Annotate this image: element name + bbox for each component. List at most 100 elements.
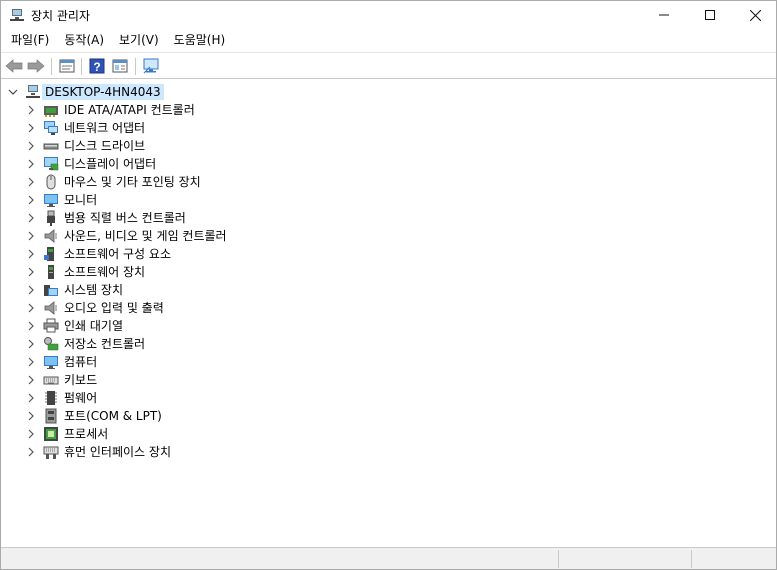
chevron-right-icon[interactable] (26, 429, 36, 439)
chevron-right-icon[interactable] (26, 159, 36, 169)
storage-controller-icon (44, 337, 59, 351)
tree-root[interactable]: DESKTOP-4HN4043 (1, 83, 776, 101)
tree-item-label: 인쇄 대기열 (64, 319, 124, 333)
chevron-right-icon[interactable] (26, 447, 36, 457)
tree-item-system-device[interactable]: 시스템 장치 (1, 281, 776, 299)
disk-drive-icon (43, 143, 59, 150)
forward-button[interactable] (25, 56, 47, 76)
tree-item-software-device[interactable]: 소프트웨어 장치 (1, 263, 776, 281)
network-adapter-icon (44, 121, 58, 135)
minimize-button[interactable] (641, 1, 687, 29)
back-button[interactable] (3, 56, 25, 76)
tree-item-label: 프로세서 (64, 427, 109, 441)
tree-item-label: 시스템 장치 (64, 283, 124, 297)
tree-item-processor[interactable]: 프로세서 (1, 425, 776, 443)
chevron-right-icon[interactable] (26, 285, 36, 295)
tree-item-storage-controller[interactable]: 저장소 컨트롤러 (1, 335, 776, 353)
toolbar: ? (1, 52, 776, 79)
chevron-right-icon[interactable] (26, 303, 36, 313)
keyboard-icon (43, 376, 59, 385)
chevron-right-icon[interactable] (26, 267, 36, 277)
close-icon (749, 9, 761, 21)
toolbar-separator (51, 58, 52, 75)
chevron-right-icon[interactable] (26, 321, 36, 331)
title-bar[interactable]: 장치 관리자 (1, 1, 776, 29)
chevron-right-icon[interactable] (26, 105, 36, 115)
printer-icon (43, 318, 59, 333)
svg-text:?: ? (93, 60, 100, 74)
tree-item-hid[interactable]: 휴먼 인터페이스 장치 (1, 443, 776, 461)
tree-item-label: 사운드, 비디오 및 게임 컨트롤러 (64, 229, 227, 243)
chevron-down-icon[interactable] (8, 87, 18, 97)
tree-item-usb-controller[interactable]: 범용 직렬 버스 컨트롤러 (1, 209, 776, 227)
status-separator (558, 550, 559, 568)
tree-item-sound-video-game[interactable]: 사운드, 비디오 및 게임 컨트롤러 (1, 227, 776, 245)
tree-item-label: 휴먼 인터페이스 장치 (64, 445, 171, 459)
tree-item-label: IDE ATA/ATAPI 컨트롤러 (64, 103, 195, 117)
ide-controller-icon (44, 106, 58, 117)
tree-item-monitor[interactable]: 모니터 (1, 191, 776, 209)
tree-item-label: 디스크 드라이브 (64, 139, 146, 153)
tree-item-label: 소프트웨어 장치 (64, 265, 146, 279)
chevron-right-icon[interactable] (26, 357, 36, 367)
menu-view[interactable]: 보기(V) (113, 30, 165, 50)
tree-item-firmware[interactable]: 펌웨어 (1, 389, 776, 407)
help-icon: ? (89, 58, 105, 74)
tree-item-network-adapter[interactable]: 네트워크 어댑터 (1, 119, 776, 137)
tree-item-label: 컴퓨터 (64, 355, 98, 369)
mouse-icon (46, 174, 56, 190)
forward-arrow-icon (27, 59, 45, 73)
device-tree[interactable]: DESKTOP-4HN4043 IDE ATA/ATAPI 컨트롤러 네트워크 … (1, 79, 776, 547)
hid-icon (43, 446, 59, 459)
chevron-right-icon[interactable] (26, 393, 36, 403)
processor-icon (44, 427, 58, 441)
maximize-icon (705, 10, 715, 20)
close-button[interactable] (732, 1, 777, 29)
tree-item-label: 펌웨어 (64, 391, 98, 405)
chevron-right-icon[interactable] (26, 231, 36, 241)
tree-item-audio-io[interactable]: 오디오 입력 및 출력 (1, 299, 776, 317)
tree-item-ide-controller[interactable]: IDE ATA/ATAPI 컨트롤러 (1, 101, 776, 119)
software-device-icon (48, 265, 54, 279)
menu-action[interactable]: 동작(A) (58, 30, 110, 50)
tree-item-label: 키보드 (64, 373, 98, 387)
usb-icon (47, 210, 55, 226)
tree-item-computer[interactable]: 컴퓨터 (1, 353, 776, 371)
display-adapter-icon (44, 157, 59, 171)
tree-item-display-adapter[interactable]: 디스플레이 어댑터 (1, 155, 776, 173)
chevron-right-icon[interactable] (26, 177, 36, 187)
window-title: 장치 관리자 (31, 9, 91, 23)
device-manager-window: 장치 관리자 파일(F) 동작(A) 보기(V) 도움말(H) ? DESKTO… (0, 0, 777, 570)
maximize-button[interactable] (687, 1, 733, 29)
tree-item-print-queue[interactable]: 인쇄 대기열 (1, 317, 776, 335)
chevron-right-icon[interactable] (26, 375, 36, 385)
menu-help[interactable]: 도움말(H) (168, 30, 232, 50)
menu-file[interactable]: 파일(F) (5, 30, 55, 50)
tree-item-disk-drive[interactable]: 디스크 드라이브 (1, 137, 776, 155)
tree-item-label: 모니터 (64, 193, 98, 207)
chevron-right-icon[interactable] (26, 195, 36, 205)
view-button[interactable] (109, 56, 131, 76)
scan-hardware-button[interactable] (140, 56, 162, 76)
system-device-icon (44, 285, 58, 296)
monitor-icon (44, 194, 58, 207)
device-manager-app-icon (10, 9, 24, 21)
help-button[interactable]: ? (86, 56, 108, 76)
chevron-right-icon[interactable] (26, 339, 36, 349)
chevron-right-icon[interactable] (26, 123, 36, 133)
tree-root-label[interactable]: DESKTOP-4HN4043 (42, 84, 164, 100)
computer-icon (44, 356, 58, 369)
toolbar-separator (81, 58, 82, 75)
tree-item-ports[interactable]: 포트(COM & LPT) (1, 407, 776, 425)
tree-item-mouse[interactable]: 마우스 및 기타 포인팅 장치 (1, 173, 776, 191)
minimize-icon (659, 14, 669, 16)
chevron-right-icon[interactable] (26, 249, 36, 259)
chevron-right-icon[interactable] (26, 411, 36, 421)
computer-root-icon (26, 85, 40, 98)
tree-item-software-component[interactable]: 소프트웨어 구성 요소 (1, 245, 776, 263)
tree-item-keyboard[interactable]: 키보드 (1, 371, 776, 389)
chevron-right-icon[interactable] (26, 213, 36, 223)
view-icon (112, 59, 128, 73)
properties-button[interactable] (56, 56, 78, 76)
chevron-right-icon[interactable] (26, 141, 36, 151)
